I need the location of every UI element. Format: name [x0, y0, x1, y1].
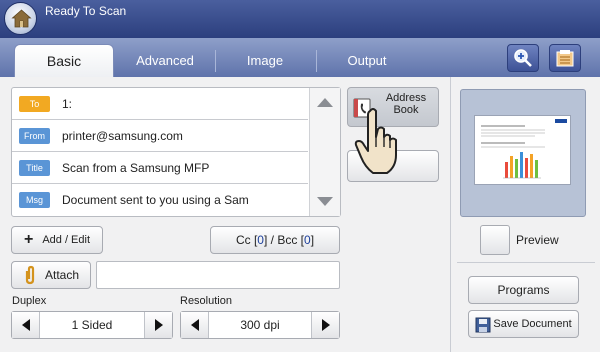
- cc-prefix: Cc [: [235, 233, 258, 247]
- preview-panel: Preview Programs Save Document: [450, 77, 600, 352]
- save-document-button[interactable]: Save Document: [468, 310, 579, 338]
- from-row[interactable]: From printer@samsung.com: [12, 120, 308, 152]
- attach-button[interactable]: Attach: [11, 261, 91, 289]
- title-badge: Title: [19, 159, 50, 176]
- duplex-value: 1 Sided: [71, 318, 113, 332]
- paperclip-icon: [25, 265, 35, 285]
- tab-advanced[interactable]: Advanced: [118, 44, 212, 77]
- header-bar: Ready To Scan: [0, 0, 600, 38]
- resolution-prev-button[interactable]: [181, 312, 209, 338]
- to-badge: To: [19, 95, 50, 112]
- duplex-next-button[interactable]: [144, 312, 172, 338]
- tab-bar: Basic Advanced Image Output: [0, 38, 600, 77]
- tab-divider: [215, 50, 216, 72]
- scroll-up-icon[interactable]: [317, 98, 333, 107]
- preview-label: Preview: [516, 233, 559, 247]
- bcc-count: 0: [304, 233, 311, 247]
- settings-list-icon: [556, 50, 574, 67]
- duplex-stepper: 1 Sided: [11, 311, 173, 339]
- address-book-label-line1: Address: [385, 92, 427, 104]
- preview-document-thumbnail: [474, 115, 571, 185]
- add-edit-label: Add / Edit: [42, 234, 91, 246]
- home-button[interactable]: [4, 2, 37, 35]
- tab-image[interactable]: Image: [218, 44, 312, 77]
- attachment-field[interactable]: [96, 261, 340, 289]
- home-icon: [11, 9, 32, 28]
- preview-thumbnail-frame: [460, 89, 586, 217]
- message-badge: Msg: [19, 192, 50, 208]
- title-row[interactable]: Title Scan from a Samsung MFP: [12, 152, 308, 184]
- add-edit-button[interactable]: + Add / Edit: [11, 226, 103, 254]
- tab-divider: [316, 50, 317, 72]
- scroll-down-icon[interactable]: [317, 197, 333, 206]
- resolution-value: 300 dpi: [240, 318, 280, 332]
- cc-bcc-button[interactable]: Cc [ 0 ] / Bcc [ 0 ]: [210, 226, 340, 254]
- divider: [457, 262, 595, 263]
- message-value: Document sent to you using a Sam: [62, 193, 249, 207]
- resolution-label: Resolution: [180, 295, 232, 307]
- cc-mid: ] / Bcc [: [263, 233, 304, 247]
- zoom-button[interactable]: [507, 44, 539, 72]
- plus-icon: +: [23, 231, 34, 248]
- to-value: 1:: [62, 96, 73, 111]
- programs-button[interactable]: Programs: [468, 276, 579, 304]
- duplex-label: Duplex: [12, 295, 47, 307]
- cc-suffix: ]: [310, 233, 315, 247]
- title-value: Scan from a Samsung MFP: [62, 160, 210, 175]
- zoom-icon: [514, 49, 532, 67]
- resolution-next-button[interactable]: [311, 312, 339, 338]
- attach-label: Attach: [44, 268, 80, 282]
- cc-count: 0: [257, 233, 264, 247]
- email-field-list: To 1: From printer@samsung.com Title Sca…: [11, 87, 341, 217]
- page-title: Ready To Scan: [45, 4, 127, 18]
- floppy-disk-icon: [475, 317, 491, 333]
- hand-pointer-icon: [354, 108, 397, 174]
- left-arrow-icon: [21, 319, 30, 331]
- preview-checkbox[interactable]: [480, 225, 510, 255]
- from-value: printer@samsung.com: [62, 128, 183, 143]
- settings-list-button[interactable]: [549, 44, 581, 72]
- right-arrow-icon: [154, 319, 163, 331]
- to-row[interactable]: To 1:: [12, 88, 308, 120]
- tab-basic[interactable]: Basic: [14, 44, 114, 77]
- basic-tab-panel: To 1: From printer@samsung.com Title Sca…: [0, 77, 450, 352]
- save-document-label: Save Document: [493, 318, 572, 330]
- field-list-scrollbar[interactable]: [309, 88, 340, 216]
- duplex-prev-button[interactable]: [12, 312, 40, 338]
- document-preview-image: [481, 119, 567, 179]
- tab-output[interactable]: Output: [320, 44, 414, 77]
- right-arrow-icon: [321, 319, 330, 331]
- from-badge: From: [19, 127, 50, 144]
- left-arrow-icon: [190, 319, 199, 331]
- message-row[interactable]: Msg Document sent to you using a Sam: [12, 184, 308, 216]
- resolution-stepper: 300 dpi: [180, 311, 340, 339]
